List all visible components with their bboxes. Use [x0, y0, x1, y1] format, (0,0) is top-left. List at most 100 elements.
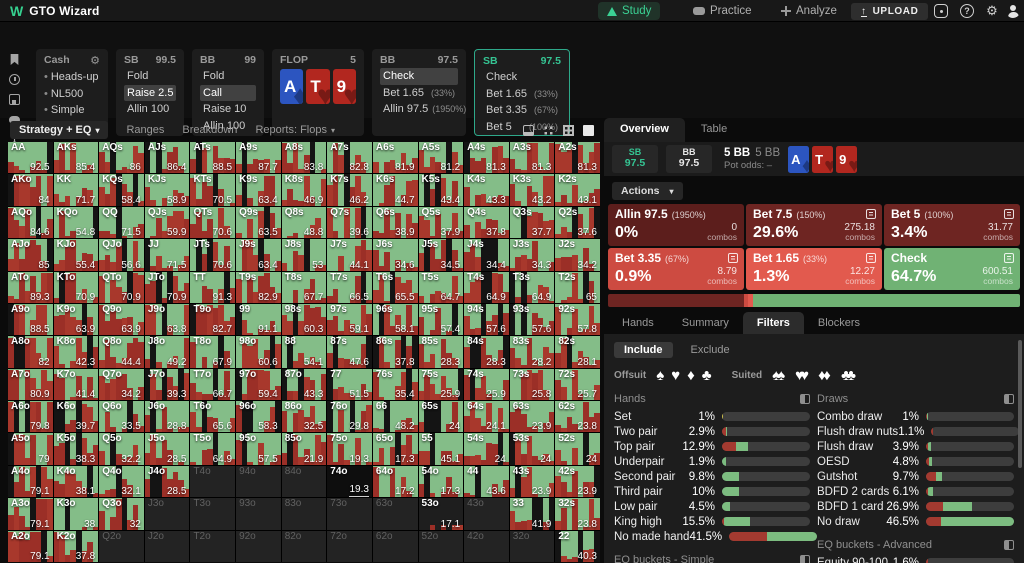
matrix-cell-A2s[interactable]: A2s81.3	[555, 142, 600, 173]
matrix-cell-64o[interactable]: 64o17.2	[373, 466, 418, 497]
matrix-cell-A4o[interactable]: A4o79.1	[8, 466, 53, 497]
matrix-cell-A6s[interactable]: A6s81.9	[373, 142, 418, 173]
spade-offsuit-icon[interactable]: ♠	[656, 368, 664, 383]
sb-pre-action-row[interactable]: Allin 100	[124, 101, 176, 118]
matrix-cell-65o[interactable]: 65o17.3	[373, 433, 418, 464]
bb-flop-action-row[interactable]: Check	[380, 68, 458, 85]
matrix-cell-K9o[interactable]: K9o63.9	[54, 304, 99, 335]
matrix-cell-Q7s[interactable]: Q7s39.6	[327, 207, 372, 238]
matrix-cell-Q6s[interactable]: Q6s38.9	[373, 207, 418, 238]
bb-pre-action-row[interactable]: Fold	[200, 68, 256, 85]
matrix-cell-J5o[interactable]: J5o28.5	[145, 433, 190, 464]
matrix-cell-T9o[interactable]: T9o82.7	[190, 304, 235, 335]
matrix-cell-62o[interactable]: 62o	[373, 531, 418, 562]
matrix-cell-T4s[interactable]: T4s64.9	[464, 272, 509, 303]
hands-stat-row[interactable]: Two pair2.9%	[614, 424, 810, 439]
matrix-cell-AJs[interactable]: AJs86.4	[145, 142, 190, 173]
sb-flop-action-row[interactable]: Bet 3.35(67%)	[483, 102, 561, 119]
sb-pre-action-row[interactable]: Raise 2.5	[124, 85, 176, 102]
club-suited-icon[interactable]: ♣♣	[841, 368, 858, 383]
matrix-cell-K2o[interactable]: K2o37.8	[54, 531, 99, 562]
draws-stat-row[interactable]: Combo draw1%	[817, 409, 1014, 424]
matrix-cell-92s[interactable]: 92s57.8	[555, 304, 600, 335]
matrix-cell-K8o[interactable]: K8o42.3	[54, 336, 99, 367]
tab-breakdown[interactable]: Breakdown	[182, 124, 237, 136]
matrix-cell-72s[interactable]: 72s25.7	[555, 369, 600, 400]
matrix-cell-52s[interactable]: 52s24	[555, 433, 600, 464]
matrix-cell-Q3s[interactable]: Q3s37.7	[510, 207, 555, 238]
heart-offsuit-icon[interactable]: ♥	[671, 368, 680, 383]
matrix-cell-QJo[interactable]: QJo56.6	[99, 239, 144, 270]
save-icon[interactable]	[9, 94, 20, 105]
sb-flop-action-row[interactable]: Bet 1.65(33%)	[483, 86, 561, 103]
matrix-cell-KTs[interactable]: KTs70.5	[190, 174, 235, 205]
sb-stack-chip[interactable]: SB 97.5	[612, 145, 658, 173]
tab-analyze[interactable]: Analyze	[772, 2, 846, 20]
note-icon[interactable]	[866, 209, 876, 219]
bb-flop-action-row[interactable]: Bet 1.65(33%)	[380, 85, 458, 102]
upload-button[interactable]: ↑ UPLOAD	[851, 3, 928, 20]
matrix-cell-K4s[interactable]: K4s43.3	[464, 174, 509, 205]
matrix-cell-J5s[interactable]: J5s34.5	[419, 239, 464, 270]
action-card-bet-3-35[interactable]: Bet 3.35(67%)0.9%8.79combos	[608, 248, 744, 290]
matrix-cell-J3o[interactable]: J3o	[145, 498, 190, 529]
exclude-toggle[interactable]: Exclude	[681, 342, 740, 358]
matrix-cell-J2o[interactable]: J2o	[145, 531, 190, 562]
actions-dropdown[interactable]: Actions ▾	[612, 182, 683, 200]
matrix-cell-75s[interactable]: 75s25.9	[419, 369, 464, 400]
tab-ranges[interactable]: Ranges	[126, 124, 164, 136]
matrix-cell-A8o[interactable]: A8o82	[8, 336, 53, 367]
hands-stat-row[interactable]: Third pair10%	[614, 484, 810, 499]
matrix-cell-T8s[interactable]: T8s67.7	[282, 272, 327, 303]
eq-advanced-toggle-icon[interactable]	[1004, 540, 1014, 550]
matrix-cell-84o[interactable]: 84o	[282, 466, 327, 497]
tab-hands[interactable]: Hands	[608, 312, 668, 334]
matrix-cell-98s[interactable]: 98s60.3	[282, 304, 327, 335]
matrix-cell-74s[interactable]: 74s25.9	[464, 369, 509, 400]
action-card-bet-7-5[interactable]: Bet 7.5(150%)29.6%275.18combos	[746, 204, 882, 246]
bookmark-icon[interactable]	[9, 54, 20, 65]
heart-suited-icon[interactable]: ♥♥	[795, 368, 812, 383]
matrix-cell-K4o[interactable]: K4o38.1	[54, 466, 99, 497]
help-icon[interactable]: ?	[960, 4, 974, 18]
matrix-cell-87o[interactable]: 87o43.3	[282, 369, 327, 400]
matrix-cell-62s[interactable]: 62s23.8	[555, 401, 600, 432]
matrix-cell-32s[interactable]: 32s23.8	[555, 498, 600, 529]
matrix-cell-K6s[interactable]: K6s44.7	[373, 174, 418, 205]
diamond-offsuit-icon[interactable]: ♦	[687, 368, 695, 383]
matrix-cell-82s[interactable]: 82s28.1	[555, 336, 600, 367]
matrix-cell-Q7o[interactable]: Q7o34.2	[99, 369, 144, 400]
matrix-cell-Q2s[interactable]: Q2s37.6	[555, 207, 600, 238]
tab-practice[interactable]: Practice	[684, 2, 761, 20]
matrix-cell-86s[interactable]: 86s37.8	[373, 336, 418, 367]
note-icon[interactable]	[1004, 209, 1014, 219]
tab-summary[interactable]: Summary	[668, 312, 743, 334]
matrix-cell-76o[interactable]: 76o29.8	[327, 401, 372, 432]
diamond-suited-icon[interactable]: ♦♦	[818, 368, 835, 383]
matrix-cell-66[interactable]: 6648.2	[373, 401, 418, 432]
matrix-cell-K9s[interactable]: K9s63.4	[236, 174, 281, 205]
matrix-cell-AQs[interactable]: AQs86	[99, 142, 144, 173]
eq-advanced-stat-row[interactable]: Equity 90-1001.6%	[817, 555, 1014, 563]
matrix-cell-Q5o[interactable]: Q5o32.2	[99, 433, 144, 464]
matrix-cell-A2o[interactable]: A2o79.1	[8, 531, 53, 562]
matrix-cell-T9s[interactable]: T9s82.9	[236, 272, 281, 303]
matrix-cell-99[interactable]: 9991.1	[236, 304, 281, 335]
matrix-cell-T7s[interactable]: T7s66.5	[327, 272, 372, 303]
matrix-cell-AKo[interactable]: AKo84	[8, 174, 53, 205]
matrix-cell-43o[interactable]: 43o	[464, 498, 509, 529]
matrix-cell-87s[interactable]: 87s47.6	[327, 336, 372, 367]
draws-stat-row[interactable]: Flush draw3.9%	[817, 439, 1014, 454]
matrix-cell-84s[interactable]: 84s28.3	[464, 336, 509, 367]
matrix-cell-97o[interactable]: 97o59.4	[236, 369, 281, 400]
matrix-cell-98o[interactable]: 98o60.6	[236, 336, 281, 367]
hands-stat-row[interactable]: Top pair12.9%	[614, 439, 810, 454]
note-icon[interactable]	[1004, 253, 1014, 263]
matrix-cell-52o[interactable]: 52o	[419, 531, 464, 562]
matrix-cell-Q4s[interactable]: Q4s37.8	[464, 207, 509, 238]
matrix-cell-95o[interactable]: 95o57.5	[236, 433, 281, 464]
matrix-cell-ATo[interactable]: ATo89.3	[8, 272, 53, 303]
matrix-cell-63o[interactable]: 63o	[373, 498, 418, 529]
matrix-cell-92o[interactable]: 92o	[236, 531, 281, 562]
matrix-cell-K7o[interactable]: K7o41.4	[54, 369, 99, 400]
